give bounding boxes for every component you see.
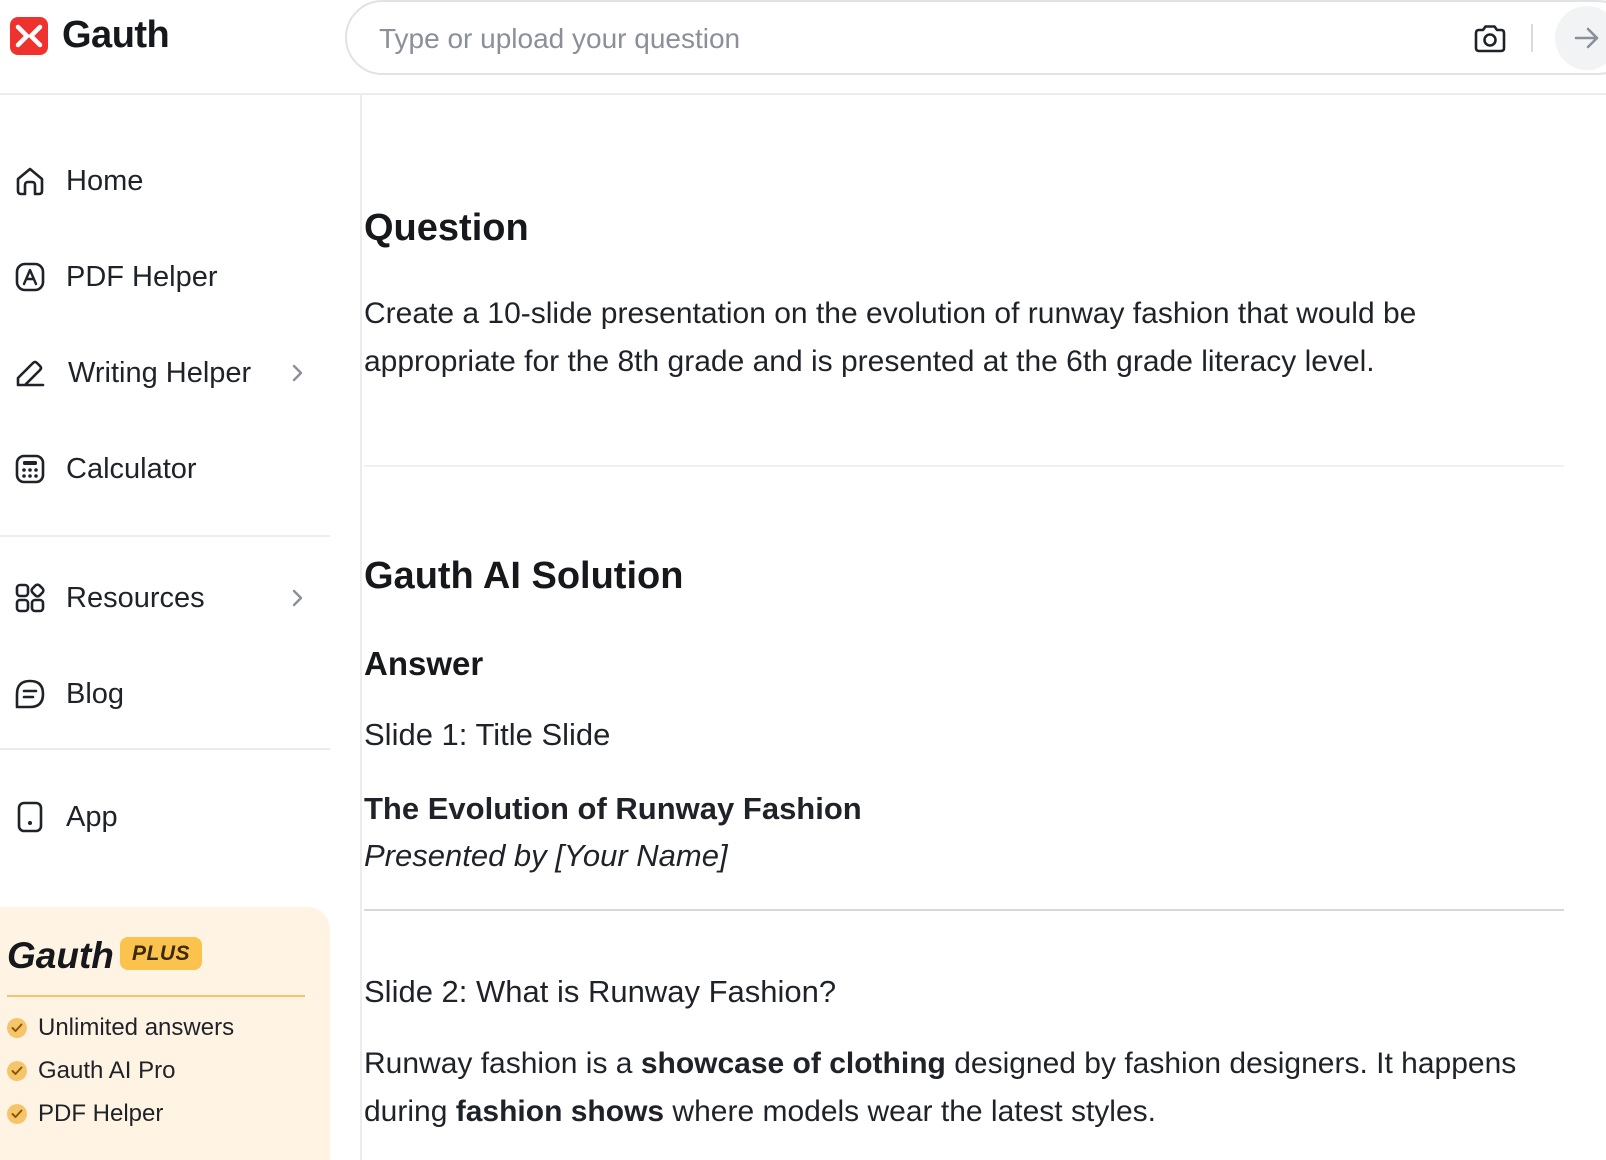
submit-button[interactable] [1555, 6, 1606, 70]
solution-heading: Gauth AI Solution [364, 555, 684, 597]
sidebar-item-calculator[interactable]: Calculator [0, 439, 330, 499]
sidebar: Home PDF Helper Writing Helper Calculato… [0, 95, 362, 1160]
slide-2-paragraph: Runway fashion is a showcase of clothing… [364, 1040, 1524, 1136]
chevron-right-icon [288, 363, 308, 383]
sidebar-item-label: App [66, 800, 118, 833]
top-header: Gauth [0, 0, 1606, 95]
gauth-logo-icon [10, 16, 48, 55]
slide-1-title: Slide 1: Title Slide [364, 717, 611, 752]
arrow-right-icon [1574, 27, 1599, 49]
sidebar-divider [0, 748, 330, 750]
plus-divider [7, 995, 305, 997]
sidebar-item-label: Home [66, 164, 144, 197]
pen-icon [13, 356, 47, 390]
plus-feature: Gauth AI Pro [7, 1056, 175, 1086]
slide-2-title: Slide 2: What is Runway Fashion? [364, 974, 837, 1009]
sidebar-item-label: PDF Helper [66, 260, 218, 293]
sidebar-item-blog[interactable]: Blog [0, 664, 330, 724]
sidebar-item-label: Resources [66, 581, 205, 614]
plus-feature-label: Gauth AI Pro [38, 1057, 176, 1084]
section-divider [364, 465, 1564, 467]
sidebar-item-app[interactable]: App [0, 787, 330, 847]
text-run: Runway fashion is a [364, 1047, 641, 1080]
plus-brand: Gauth [7, 935, 114, 976]
sidebar-item-label: Writing Helper [68, 356, 252, 389]
sidebar-item-resources[interactable]: Resources [0, 568, 330, 628]
search-bar [345, 0, 1606, 75]
camera-icon[interactable] [1471, 20, 1509, 58]
check-icon [7, 1061, 27, 1081]
grid-icon [13, 581, 47, 615]
phone-icon [13, 800, 47, 834]
slide-1-headline: The Evolution of Runway Fashion [364, 791, 862, 826]
main-content: Question Create a 10-slide presentation … [364, 95, 1606, 1160]
home-icon [13, 164, 47, 198]
search-input[interactable] [379, 19, 1379, 59]
search-divider [1531, 24, 1533, 52]
slide-1-byline: Presented by [Your Name] [364, 838, 728, 873]
answer-heading: Answer [364, 645, 484, 682]
sidebar-divider [0, 535, 330, 537]
plus-badge: PLUS [120, 937, 203, 970]
bold-text: showcase of clothing [640, 1047, 946, 1080]
slide-divider [364, 909, 1564, 911]
text-run: where models wear the latest styles. [664, 1095, 1156, 1128]
sidebar-item-label: Blog [66, 677, 125, 710]
chevron-right-icon [288, 588, 308, 608]
plus-feature: Unlimited answers [7, 1013, 234, 1043]
question-text: Create a 10-slide presentation on the ev… [364, 297, 1417, 378]
plus-feature-label: Unlimited answers [38, 1014, 235, 1041]
calculator-icon [13, 452, 47, 486]
gauth-plus-card[interactable]: Gauth PLUS Unlimited answers Gauth AI Pr… [0, 907, 330, 1160]
sidebar-item-pdf-helper[interactable]: PDF Helper [0, 247, 330, 307]
sidebar-item-home[interactable]: Home [0, 151, 330, 211]
check-icon [7, 1018, 27, 1038]
blog-icon [13, 677, 47, 711]
bold-text: fashion shows [455, 1095, 665, 1128]
logo[interactable]: Gauth [10, 14, 170, 57]
brand-name: Gauth [62, 14, 170, 56]
sidebar-item-writing-helper[interactable]: Writing Helper [0, 343, 330, 403]
question-heading: Question [364, 207, 529, 249]
pdf-icon [13, 260, 47, 294]
app: Gauth Ho [0, 0, 1606, 1160]
check-icon [7, 1104, 27, 1124]
sidebar-item-label: Calculator [66, 452, 197, 485]
plus-feature: PDF Helper [7, 1099, 163, 1129]
plus-feature-label: PDF Helper [38, 1100, 164, 1127]
